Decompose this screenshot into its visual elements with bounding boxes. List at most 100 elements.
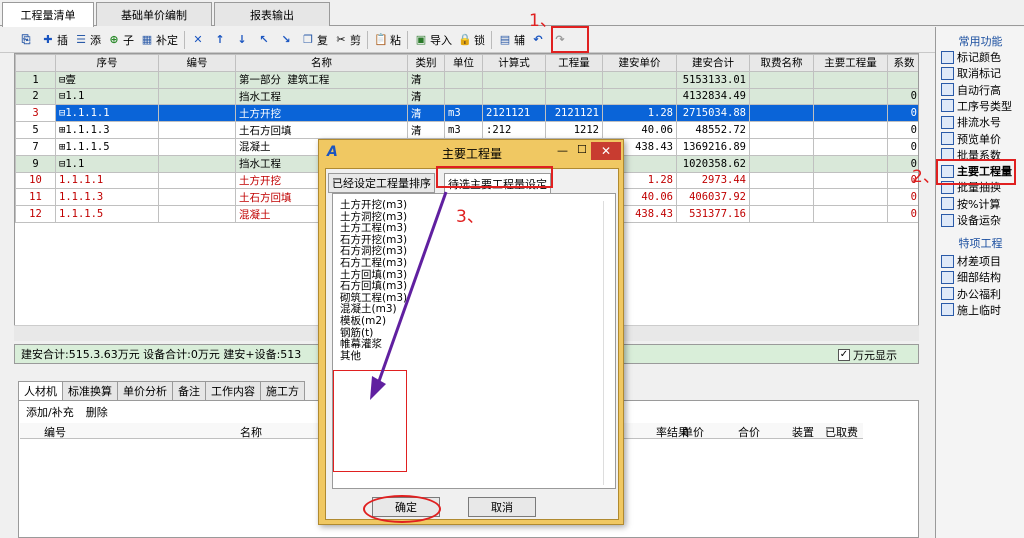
right-item[interactable]: 预览单价 xyxy=(941,131,1001,147)
table-row[interactable]: 2 ⊟1.1 挡水工程清 4132834.49 0 xyxy=(15,87,918,106)
table-cell-main[interactable] xyxy=(813,104,888,123)
right-item[interactable]: 自动行高 xyxy=(941,82,1001,98)
move-down-button[interactable]: ↓ xyxy=(232,29,254,51)
table-cell-fee[interactable] xyxy=(749,121,814,139)
table-cell-n[interactable]: 2 xyxy=(15,87,56,106)
add-supplement-button[interactable]: 添加/补充 xyxy=(26,404,74,420)
tab-quantity-list[interactable]: 工程量清单 xyxy=(2,2,94,27)
table-cell-fee[interactable] xyxy=(749,154,814,173)
tab-unit-price[interactable]: 基础单价编制 xyxy=(96,2,212,26)
bottom-tab[interactable]: 单价分析 xyxy=(117,381,173,401)
table-cell-coef[interactable] xyxy=(887,70,918,89)
grid-col-header[interactable]: 编号 xyxy=(158,54,236,72)
close-icon[interactable]: ✕ xyxy=(591,142,621,160)
table-cell-main[interactable] xyxy=(813,70,888,89)
table-row[interactable]: 5 ⊞1.1.1.3 土石方回填清 m3:212 1212 40.06 48552.72 0 xyxy=(15,121,918,139)
table-cell-fee[interactable] xyxy=(749,188,814,207)
table-cell-main[interactable] xyxy=(813,205,888,223)
table-cell-coef[interactable]: 0 xyxy=(887,121,918,139)
right-item[interactable]: 施上临时 xyxy=(941,302,1001,318)
cut-button[interactable]: ✂ 剪 xyxy=(331,29,364,51)
child-button[interactable]: ⊕ 子 xyxy=(104,29,137,51)
table-cell-n[interactable]: 12 xyxy=(15,205,56,223)
table-cell-qty[interactable]: 1212 xyxy=(545,121,603,139)
bottom-tab[interactable]: 备注 xyxy=(172,381,206,401)
wanyuan-display-toggle[interactable]: ✓ 万元显示 xyxy=(838,347,897,363)
table-cell-formula[interactable] xyxy=(482,70,546,89)
table-cell-cat[interactable]: 清 xyxy=(407,121,445,139)
move-up-button[interactable]: ↑ xyxy=(210,29,232,51)
table-cell-main[interactable] xyxy=(813,87,888,106)
table-cell-main[interactable] xyxy=(813,171,888,190)
table-cell-coef[interactable]: 0 xyxy=(887,87,918,106)
table-cell-main[interactable] xyxy=(813,137,888,156)
table-cell-n[interactable]: 9 xyxy=(15,154,56,173)
table-cell-total[interactable]: 48552.72 xyxy=(676,121,750,139)
table-cell-total[interactable]: 1369216.89 xyxy=(676,137,750,156)
minimize-icon[interactable]: — xyxy=(557,144,568,157)
right-item[interactable]: 排流水号 xyxy=(941,114,1001,130)
table-cell-seq[interactable]: ⊟1.1 xyxy=(55,154,159,173)
delete-material-button[interactable]: 删除 xyxy=(86,404,108,420)
grid-col-header[interactable]: 计算式 xyxy=(482,54,546,72)
bottom-tab[interactable]: 工作内容 xyxy=(205,381,261,401)
table-cell-coef[interactable]: 0 xyxy=(887,104,918,123)
copy-button[interactable]: ❐ 复 xyxy=(298,29,331,51)
table-cell-total[interactable]: 2715034.88 xyxy=(676,104,750,123)
list-scrollbar[interactable] xyxy=(603,201,615,485)
right-item[interactable]: 办公福利 xyxy=(941,286,1001,302)
table-cell-n[interactable]: 10 xyxy=(15,171,56,190)
table-cell-qty[interactable] xyxy=(545,70,603,89)
table-cell-seq[interactable]: ⊟1.1 xyxy=(55,87,159,106)
table-cell-code[interactable] xyxy=(158,137,236,156)
table-cell-seq[interactable]: 1.1.1.5 xyxy=(55,205,159,223)
table-cell-total[interactable]: 531377.16 xyxy=(676,205,750,223)
table-cell-total[interactable]: 1020358.62 xyxy=(676,154,750,173)
table-cell-qty[interactable]: 2121121 xyxy=(545,104,603,123)
cancel-button[interactable]: 取消 xyxy=(468,497,536,517)
right-item[interactable]: 材差项目 xyxy=(941,253,1001,269)
grid-col-header[interactable]: 主要工程量 xyxy=(813,54,888,72)
table-cell-cat[interactable]: 清 xyxy=(407,70,445,89)
right-item[interactable]: 细部结构 xyxy=(941,269,1001,285)
table-cell-fee[interactable] xyxy=(749,171,814,190)
right-item[interactable]: 取消标记 xyxy=(941,65,1001,81)
table-cell-code[interactable] xyxy=(158,121,236,139)
table-cell-main[interactable] xyxy=(813,154,888,173)
table-cell-qty[interactable] xyxy=(545,87,603,106)
table-cell-n[interactable]: 1 xyxy=(15,70,56,89)
grid-col-header[interactable]: 系数 xyxy=(887,54,918,72)
grid-col-header[interactable]: 建安合计 xyxy=(676,54,750,72)
bottom-tab[interactable]: 人材机 xyxy=(18,381,63,401)
undo-button[interactable]: ↶ xyxy=(528,29,550,51)
table-row[interactable]: 3 ⊟1.1.1.1 土方开挖清 m3 2121121 2121121 1.28 27150… xyxy=(15,104,918,123)
table-cell-main[interactable] xyxy=(813,188,888,207)
table-cell-price[interactable]: 1.28 xyxy=(602,104,677,123)
grid-col-header[interactable]: 名称 xyxy=(235,54,408,72)
table-cell-name[interactable]: 第一部分 建筑工程 xyxy=(235,70,408,89)
grid-col-header[interactable]: 序号 xyxy=(55,54,159,72)
table-cell-name[interactable]: 土石方回填 xyxy=(235,121,408,139)
table-cell-fee[interactable] xyxy=(749,137,814,156)
grid-col-header[interactable]: 建安单价 xyxy=(602,54,677,72)
table-cell-total[interactable]: 4132834.49 xyxy=(676,87,750,106)
aux-button[interactable]: ▤ 辅 xyxy=(495,29,528,51)
table-cell-n[interactable]: 11 xyxy=(15,188,56,207)
table-row[interactable]: 1 ⊟壹 第一部分 建筑工程清 5153133.01 xyxy=(15,70,918,89)
table-cell-seq[interactable]: ⊟壹 xyxy=(55,70,159,89)
checkbox-icon[interactable]: ✓ xyxy=(838,349,850,361)
grid-col-header[interactable]: 工程量 xyxy=(545,54,603,72)
lock-button[interactable]: 🔒 锁 xyxy=(455,29,488,51)
table-cell-total[interactable]: 5153133.01 xyxy=(676,70,750,89)
table-cell-code[interactable] xyxy=(158,87,236,106)
table-cell-code[interactable] xyxy=(158,154,236,173)
table-cell-formula[interactable]: :212 xyxy=(482,121,546,139)
table-cell-unit[interactable]: m3 xyxy=(444,104,483,123)
table-cell-fee[interactable] xyxy=(749,87,814,106)
table-cell-formula[interactable]: 2121121 xyxy=(482,104,546,123)
bottom-tab[interactable]: 施工方 xyxy=(260,381,305,401)
table-cell-seq[interactable]: ⊞1.1.1.3 xyxy=(55,121,159,139)
table-cell-formula[interactable] xyxy=(482,87,546,106)
grid-col-header[interactable]: 类别 xyxy=(407,54,445,72)
table-cell-unit[interactable] xyxy=(444,87,483,106)
